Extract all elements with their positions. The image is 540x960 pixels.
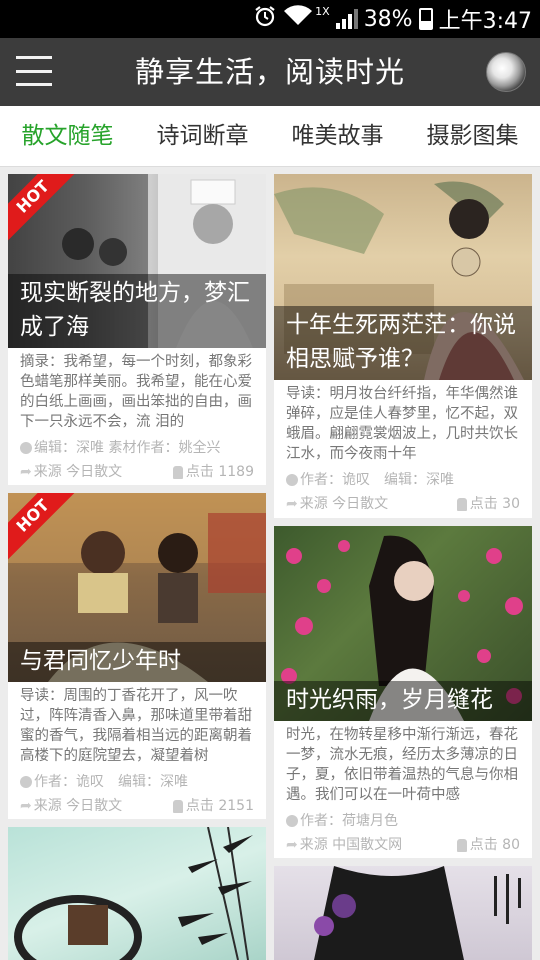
view-count: 点击 30 bbox=[456, 494, 520, 514]
article-footer: ➦ 来源 中国散文网 点击 80 bbox=[286, 835, 520, 855]
share-icon: ➦ bbox=[20, 464, 32, 480]
article-card[interactable]: HOT 现实断裂的地方，梦汇成了海 摘录：我希望，每一个时刻，都象彩色蜡笔那样美… bbox=[8, 174, 266, 485]
article-meta: 作者：荷塘月色 bbox=[286, 811, 520, 831]
article-meta: 编辑：深唯 素材作者：姚全兴 bbox=[20, 438, 254, 458]
user-icon bbox=[20, 442, 32, 454]
article-meta: 作者：诡叹 编辑：深唯 bbox=[20, 772, 254, 792]
article-image bbox=[274, 866, 532, 960]
article-card[interactable]: HOT 与君同忆少年时 导读：周围的丁香花开了，风一吹过，阵阵清香入鼻，那味道里… bbox=[8, 493, 266, 819]
article-image: HOT 现实断裂的地方，梦汇成了海 bbox=[8, 174, 266, 348]
article-card[interactable]: 十年生死两茫茫：你说相思赋予谁？ 导读：明月妆台纤纤指，年华偶然谁弹碎，应是佳人… bbox=[274, 174, 532, 518]
view-count: 点击 80 bbox=[456, 835, 520, 855]
tab-stories[interactable]: 唯美故事 bbox=[270, 106, 405, 166]
article-image: 十年生死两茫茫：你说相思赋予谁？ bbox=[274, 174, 532, 380]
article-title: 十年生死两茫茫：你说相思赋予谁？ bbox=[274, 306, 532, 380]
app-title: 静享生活，阅读时光 bbox=[134, 55, 405, 89]
article-title: 与君同忆少年时 bbox=[8, 642, 266, 682]
user-icon bbox=[286, 474, 298, 486]
click-icon bbox=[456, 838, 467, 852]
article-title: 时光织雨，岁月缝花 bbox=[274, 681, 532, 721]
article-summary: 时光，在物转星移中渐行渐远，春花一梦，流水无痕，经历太多薄凉的日子，夏，依旧带着… bbox=[286, 727, 518, 803]
signal-icon bbox=[335, 9, 358, 29]
article-summary: 摘录：我希望，每一个时刻，都象彩色蜡笔那样美丽。我希望，能在心爱的白纸上画画，画… bbox=[20, 354, 252, 430]
article-source: 来源 今日散文 bbox=[299, 496, 389, 512]
article-source: 来源 中国散文网 bbox=[299, 837, 403, 853]
article-summary: 导读：周围的丁香花开了，风一吹过，阵阵清香入鼻，那味道里带着甜蜜的香气，我隔着相… bbox=[20, 688, 252, 764]
article-card[interactable]: 时光织雨，岁月缝花 时光，在物转星移中渐行渐远，春花一梦，流水无痕，经历太多薄凉… bbox=[274, 526, 532, 858]
tab-photography[interactable]: 摄影图集 bbox=[405, 106, 540, 166]
article-meta: 作者：诡叹 编辑：深唯 bbox=[286, 470, 520, 490]
click-icon bbox=[172, 465, 183, 479]
click-icon bbox=[456, 497, 467, 511]
share-icon: ➦ bbox=[286, 837, 298, 853]
article-image bbox=[8, 827, 266, 960]
article-card[interactable] bbox=[274, 866, 532, 960]
network-type: 1X bbox=[315, 4, 330, 18]
wifi-icon bbox=[283, 5, 313, 33]
alarm-icon bbox=[253, 4, 277, 34]
article-title: 现实断裂的地方，梦汇成了海 bbox=[8, 274, 266, 348]
view-count: 点击 2151 bbox=[172, 796, 254, 816]
app-bar: 静享生活，阅读时光 bbox=[0, 38, 540, 106]
click-icon bbox=[172, 799, 183, 813]
tab-essays[interactable]: 散文随笔 bbox=[0, 106, 135, 166]
battery-icon bbox=[418, 8, 433, 30]
category-tabs: 散文随笔 诗词断章 唯美故事 摄影图集 bbox=[0, 106, 540, 167]
user-icon bbox=[286, 815, 298, 827]
share-icon: ➦ bbox=[286, 496, 298, 512]
article-footer: ➦ 来源 今日散文 点击 2151 bbox=[20, 796, 254, 816]
article-image: 时光织雨，岁月缝花 bbox=[274, 526, 532, 721]
view-count: 点击 1189 bbox=[172, 462, 254, 482]
article-image: HOT 与君同忆少年时 bbox=[8, 493, 266, 682]
clock: 上午3:47 bbox=[438, 9, 532, 34]
article-source: 来源 今日散文 bbox=[33, 464, 123, 480]
article-card[interactable] bbox=[8, 827, 266, 960]
article-source: 来源 今日散文 bbox=[33, 798, 123, 814]
avatar[interactable] bbox=[486, 52, 526, 92]
tab-poetry[interactable]: 诗词断章 bbox=[135, 106, 270, 166]
article-footer: ➦ 来源 今日散文 点击 1189 bbox=[20, 462, 254, 482]
share-icon: ➦ bbox=[20, 798, 32, 814]
user-icon bbox=[20, 776, 32, 788]
article-summary: 导读：明月妆台纤纤指，年华偶然谁弹碎，应是佳人春梦里，忆不起，双蛾眉。翩翩霓裳烟… bbox=[286, 386, 518, 462]
status-bar: 1X 38% 上午3:47 bbox=[0, 0, 540, 38]
article-footer: ➦ 来源 今日散文 点击 30 bbox=[286, 494, 520, 514]
battery-percent: 38% bbox=[363, 6, 413, 32]
